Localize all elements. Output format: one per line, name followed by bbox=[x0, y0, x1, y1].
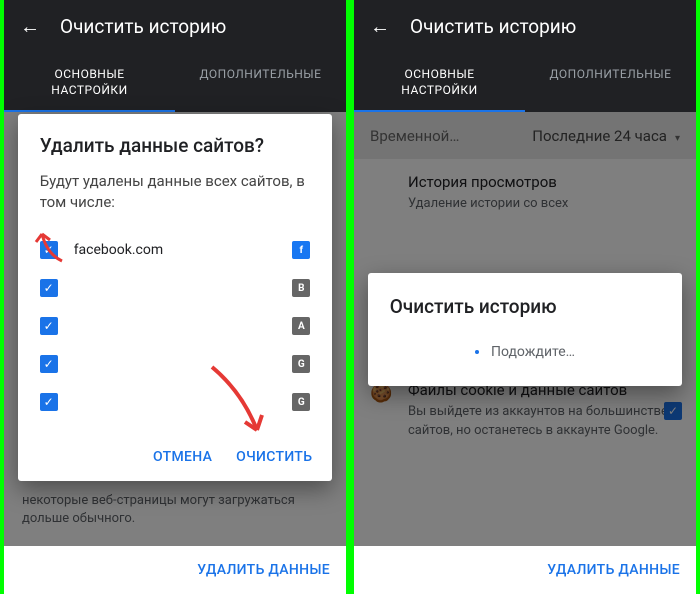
content: Временной… Последние 24 часа▾ История пр… bbox=[354, 112, 696, 546]
tabs: ОСНОВНЫЕ НАСТРОЙКИ ДОПОЛНИТЕЛЬНЫЕ bbox=[354, 53, 696, 112]
site-row[interactable]: ✓A bbox=[40, 307, 311, 345]
site-list: ✓facebook.comf✓B✓A✓G✓G bbox=[40, 231, 311, 421]
site-row[interactable]: ✓G bbox=[40, 345, 311, 383]
confirm-dialog: Удалить данные сайтов? Будут удалены дан… bbox=[18, 114, 333, 481]
site-name: facebook.com bbox=[74, 242, 293, 258]
tab-advanced[interactable]: ДОПОЛНИТЕЛЬНЫЕ bbox=[525, 53, 696, 112]
header: ← Очистить историю ОСНОВНЫЕ НАСТРОЙКИ ДО… bbox=[4, 0, 346, 112]
site-row[interactable]: ✓G bbox=[40, 383, 311, 421]
dialog-actions: ОТМЕНА ОЧИСТИТЬ bbox=[18, 441, 333, 481]
footer-button[interactable]: УДАЛИТЬ ДАННЫЕ bbox=[4, 546, 346, 594]
back-arrow-icon[interactable]: ← bbox=[20, 14, 40, 39]
checkbox-icon[interactable]: ✓ bbox=[40, 317, 58, 335]
site-row[interactable]: ✓B bbox=[40, 269, 311, 307]
back-arrow-icon[interactable]: ← bbox=[370, 14, 390, 39]
progress-dialog: Очистить историю Подождите… bbox=[368, 273, 683, 386]
checkbox-icon[interactable]: ✓ bbox=[40, 279, 58, 297]
site-badge-icon: G bbox=[292, 393, 310, 411]
page-title: Очистить историю bbox=[60, 15, 226, 38]
tab-basic[interactable]: ОСНОВНЫЕ НАСТРОЙКИ bbox=[354, 53, 525, 112]
site-badge-icon: A bbox=[292, 317, 310, 335]
titlebar: ← Очистить историю bbox=[354, 0, 696, 53]
site-row[interactable]: ✓ facebook.comf bbox=[40, 231, 311, 269]
dialog-wait: Подождите… bbox=[390, 338, 661, 364]
tabs: ОСНОВНЫЕ НАСТРОЙКИ ДОПОЛНИТЕЛЬНЫЕ bbox=[4, 53, 346, 112]
site-badge-icon: B bbox=[292, 279, 310, 297]
checkbox-icon[interactable]: ✓ bbox=[40, 355, 58, 373]
dialog-overlay: Очистить историю Подождите… bbox=[354, 112, 696, 546]
site-badge-icon: G bbox=[292, 355, 310, 373]
dialog-title: Очистить историю bbox=[390, 295, 661, 318]
checkbox-icon[interactable]: ✓ bbox=[40, 393, 58, 411]
page-title: Очистить историю bbox=[410, 15, 576, 38]
dialog-description: Будут удалены данные всех сайтов, в том … bbox=[40, 171, 311, 213]
dialog-title: Удалить данные сайтов? bbox=[40, 134, 311, 157]
cancel-button[interactable]: ОТМЕНА bbox=[153, 449, 212, 465]
phone-right: ← Очистить историю ОСНОВНЫЕ НАСТРОЙКИ ДО… bbox=[354, 0, 696, 594]
tab-advanced[interactable]: ДОПОЛНИТЕЛЬНЫЕ bbox=[175, 53, 346, 112]
dialog-overlay: Удалить данные сайтов? Будут удалены дан… bbox=[4, 112, 346, 546]
checkbox-icon[interactable]: ✓ bbox=[40, 241, 58, 259]
spinner-icon bbox=[475, 350, 479, 354]
clear-button[interactable]: ОЧИСТИТЬ bbox=[236, 449, 312, 465]
tab-basic[interactable]: ОСНОВНЫЕ НАСТРОЙКИ bbox=[4, 53, 175, 112]
titlebar: ← Очистить историю bbox=[4, 0, 346, 53]
footer-button[interactable]: УДАЛИТЬ ДАННЫЕ bbox=[354, 546, 696, 594]
phone-left: ← Очистить историю ОСНОВНЫЕ НАСТРОЙКИ ДО… bbox=[4, 0, 346, 594]
content: некоторые веб-страницы могут загружаться… bbox=[4, 112, 346, 546]
site-badge-icon: f bbox=[292, 241, 310, 259]
header: ← Очистить историю ОСНОВНЫЕ НАСТРОЙКИ ДО… bbox=[354, 0, 696, 112]
